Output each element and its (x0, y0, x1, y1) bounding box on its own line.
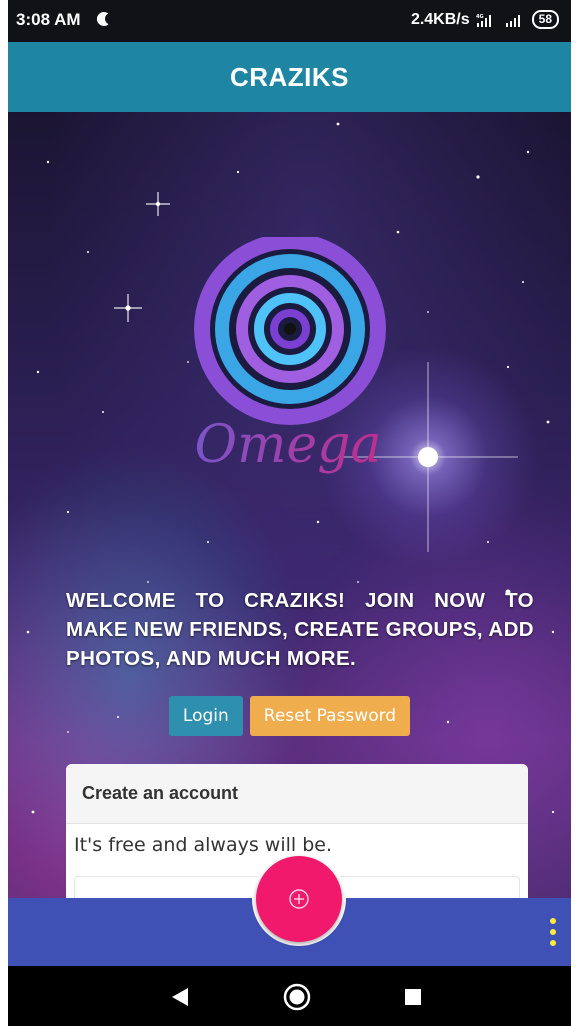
recent-apps-icon[interactable] (405, 989, 421, 1005)
auth-button-row: Login Reset Password (8, 696, 571, 736)
home-icon[interactable] (283, 983, 311, 1011)
logo-text: Omega (194, 415, 381, 475)
add-circle-icon (289, 889, 309, 909)
omega-logo: Omega (194, 237, 386, 475)
reset-password-button[interactable]: Reset Password (249, 696, 411, 736)
app-bar: CRAZIKS (8, 42, 571, 112)
network-speed: 2.4KB/s (410, 10, 470, 28)
moon-icon (96, 11, 109, 26)
fab-cradle (252, 852, 346, 946)
signal-icon (505, 14, 520, 27)
status-right-group: 2.4KB/s 4G 58 (411, 10, 559, 29)
app-title: CRAZIKS (229, 61, 350, 92)
svg-text:4G: 4G (476, 14, 484, 20)
back-icon[interactable] (171, 987, 189, 1007)
card-header: Create an account (66, 764, 528, 824)
main-content[interactable]: Omega WELCOME TO CRAZIKS! JOIN NOW TO MA… (8, 112, 571, 898)
welcome-text: WELCOME TO CRAZIKS! JOIN NOW TO MAKE NEW… (66, 589, 534, 670)
phone-screen: 3:08 AM 2.4KB/s 4G 58 CRAZIKS Omega WELC… (8, 0, 571, 1026)
fab-add-button[interactable] (256, 856, 342, 942)
battery-icon: 58 (531, 10, 559, 29)
more-vert-icon[interactable] (549, 917, 557, 947)
status-time: 3:08 AM (16, 10, 81, 29)
signal-4g-icon: 4G (476, 14, 491, 27)
login-button[interactable]: Login (168, 696, 243, 736)
status-bar: 3:08 AM 2.4KB/s 4G 58 (8, 0, 571, 42)
